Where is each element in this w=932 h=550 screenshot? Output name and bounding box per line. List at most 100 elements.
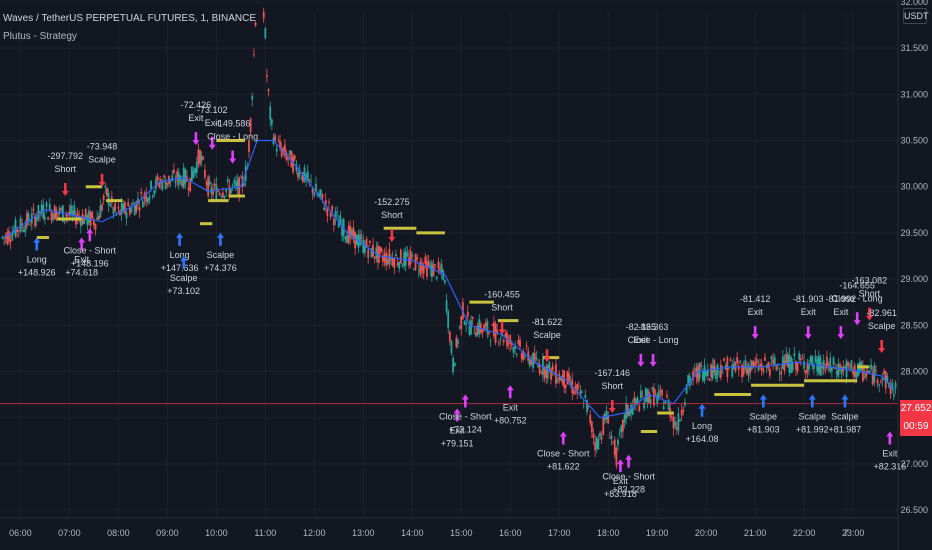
candle [801,353,804,360]
signal-exit[interactable]: -164.655Close - Long [832,280,883,326]
candle [114,201,117,214]
signal-long[interactable]: Scalpe +81.987 [829,394,862,435]
signal-exit[interactable]: Close - Short +81.622 [537,431,590,471]
signal-exit[interactable]: Exit +80.752 [494,385,527,425]
signal-short[interactable]: -160.455 Short [484,290,520,335]
candle [455,334,458,349]
candle [416,253,419,264]
candle [517,334,520,346]
candle [463,320,466,326]
signal-label: Long [170,250,190,260]
price-chart[interactable]: Long+148.926-297.792ShortExit+74.618Clos… [0,0,932,550]
candle [610,430,613,446]
candle [620,424,623,439]
candle [17,229,20,238]
candle [719,359,722,381]
candle [326,207,329,223]
signal-arrow [759,394,767,408]
signal-value: +73.124 [449,425,482,435]
signal-long[interactable]: Scalpe +81.903 [747,394,780,435]
candle [432,259,435,277]
time-axis[interactable]: 06:00 07:00 08:00 09:00 10:00 11:00 12:00 13:00… [0,517,898,538]
candle [11,226,14,242]
candle [677,406,680,436]
signal-arrow [61,182,69,196]
candle [52,212,54,223]
time-tick: 12:00 [303,528,326,538]
signal-short[interactable]: -82.961 Scalpe [866,308,897,353]
signal-value: -160.455 [484,290,520,300]
candle [378,246,381,264]
signal-long[interactable]: Long +164.08 [686,403,719,444]
signal-exit[interactable]: -81.412 Exit [740,294,771,340]
candle [27,210,30,226]
candle [92,217,95,229]
price-axis[interactable]: 32.000 31.500 31.000 30.500 30.000 29.500 29.0… [897,0,928,550]
candle [166,182,169,189]
candle [600,430,603,445]
signal-label: Close - Short [64,245,117,255]
candle [808,359,810,376]
candle [744,355,747,373]
candle [453,362,456,367]
signal-long[interactable]: Long +148.926 [18,237,56,278]
candle [182,163,185,190]
candle [450,339,453,356]
candle [324,193,327,212]
candle [9,232,12,250]
candle [207,174,210,199]
signal-short[interactable]: -73.948 Scalpe [87,142,118,187]
price-tick: 30.500 [900,136,928,146]
candle [623,412,626,429]
candle [672,411,675,436]
candle [489,337,492,347]
signal-long[interactable]: Scalpe +81.992 [796,394,829,435]
time-tick: 15:00 [450,528,473,538]
candle [200,151,203,167]
signal-value: -81.622 [532,317,563,327]
signal-long[interactable]: Long +147.636 [161,232,199,273]
candle [804,370,807,380]
signal-value: -73.948 [87,142,118,152]
candle [684,398,686,408]
signal-short[interactable]: -297.792 Short [48,151,84,196]
candle [728,367,730,370]
candle [97,213,100,221]
signal-short[interactable]: -152.275 Short [374,197,410,243]
candle [755,353,758,368]
candle [313,191,316,198]
price-tick: 26.500 [900,505,928,515]
signal-short[interactable]: -167.146 Short [595,368,631,414]
signal-label: Close - Long [628,335,679,345]
signal-exit[interactable]: -81.903 Exit [793,294,824,340]
signal-exit[interactable]: Close - Short +73.124 [439,394,492,435]
candle [667,398,670,411]
candle [86,213,89,231]
candle [421,257,423,278]
signal-value: +79.151 [441,438,474,448]
candle [749,359,752,380]
candle [881,372,884,387]
signal-long[interactable]: Scalpe +74.376 [204,232,237,273]
signal-exit[interactable]: Close - Short +148.196 [64,228,117,268]
candle [840,365,843,379]
candle [646,388,649,409]
candle [522,348,525,362]
signal-value: -73.102 [197,105,228,115]
candle [871,365,874,387]
candle [143,191,146,206]
candle [621,419,624,438]
candle [386,253,389,267]
candle [590,420,593,438]
candle [515,352,518,358]
candle [448,330,451,346]
price-tick: 27.000 [900,459,928,469]
currency-unit[interactable]: USDT [903,8,929,24]
indicator-label[interactable]: Plutus - Strategy [3,31,77,42]
candle [835,363,838,381]
candle [125,209,128,226]
candle [375,241,378,263]
signal-value: +81.987 [829,425,862,435]
signal-value: -81.903 [793,294,824,304]
candle [746,361,748,376]
